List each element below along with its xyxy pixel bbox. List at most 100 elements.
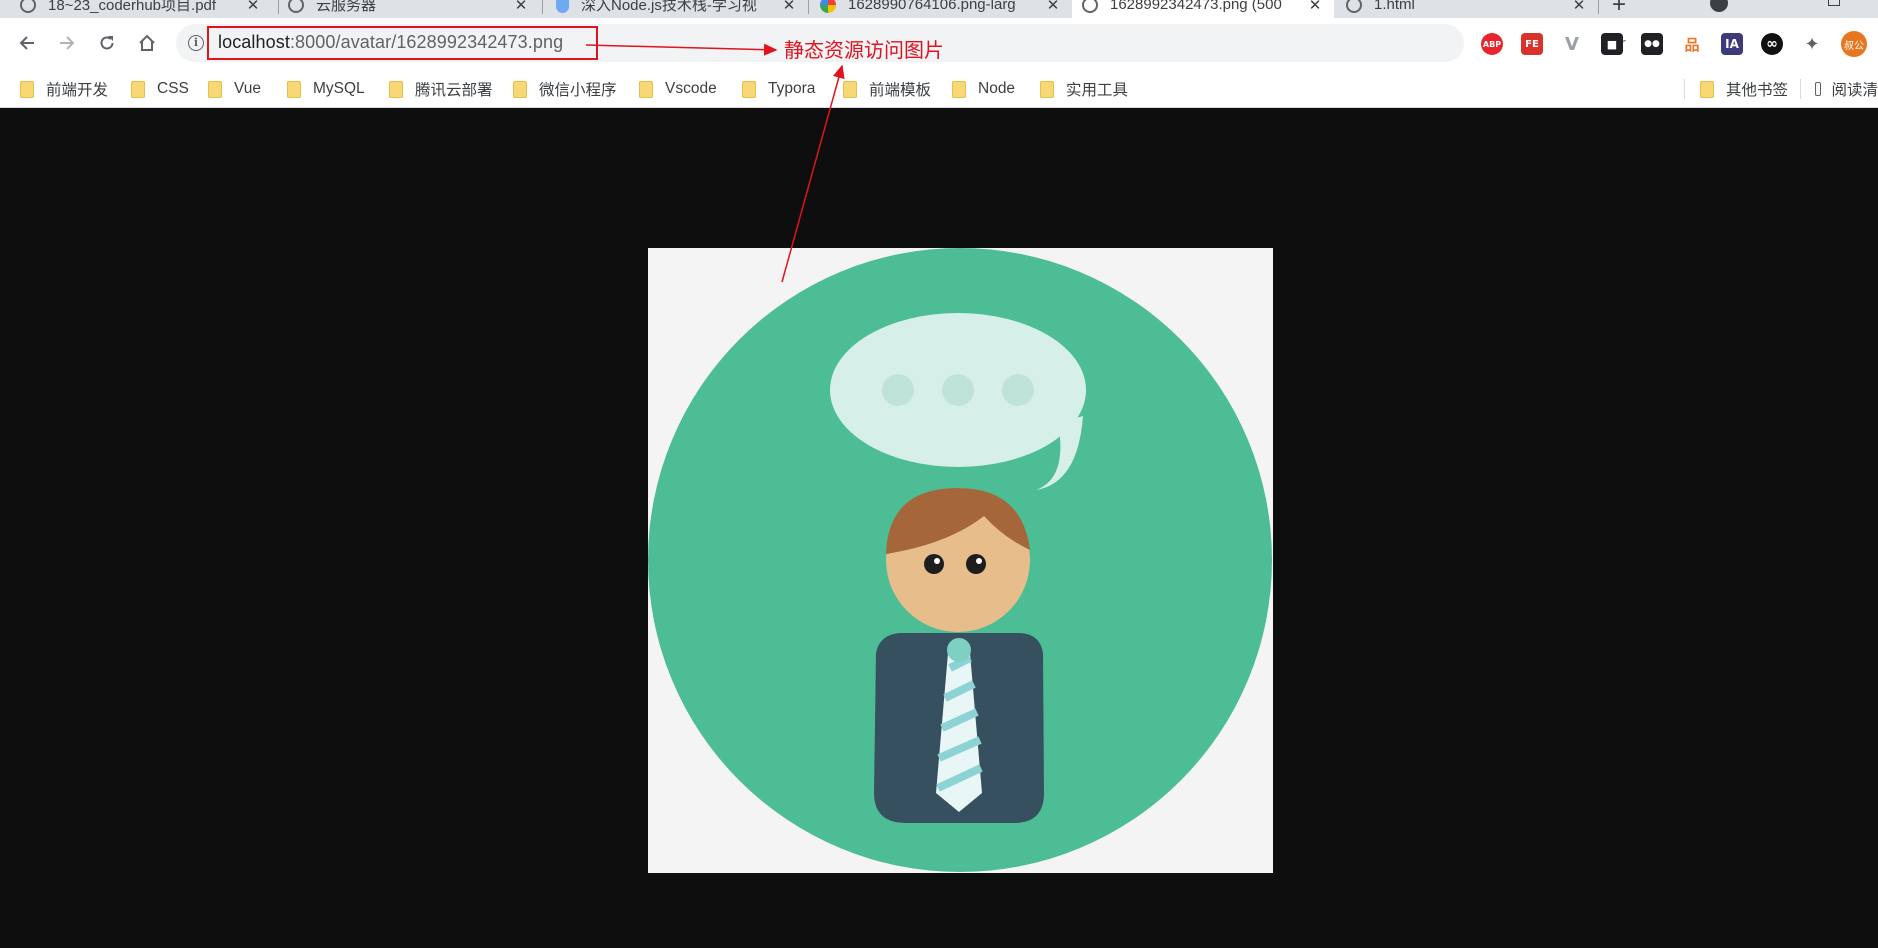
site-info-icon[interactable]: i <box>188 35 204 51</box>
fe-helper-extension-icon[interactable]: FE <box>1521 33 1543 55</box>
close-icon[interactable]: ✕ <box>1044 0 1062 14</box>
folder-icon <box>513 80 527 98</box>
bookmark-folder[interactable]: Node <box>952 70 1015 108</box>
google-icon <box>820 0 836 13</box>
url-text[interactable]: localhost:8000/avatar/1628992342473.png <box>218 32 563 53</box>
bookmark-label: 微信小程序 <box>539 82 617 99</box>
reload-icon <box>100 36 114 50</box>
home-button[interactable] <box>130 26 164 60</box>
url-host: localhost <box>218 32 290 52</box>
bookmark-label: Node <box>978 80 1016 97</box>
folder-icon <box>287 80 301 98</box>
tab-google-image[interactable]: 1628990764106.png-larg ✕ <box>810 0 1072 18</box>
globe-icon <box>20 0 36 13</box>
tab-node-tutorial[interactable]: 深入Node.js技术栈-学习视 ✕ <box>546 0 808 18</box>
folder-icon <box>1040 80 1054 98</box>
tab-search-icon[interactable] <box>1710 0 1728 12</box>
shield-icon <box>556 0 569 13</box>
bookmark-folder[interactable]: 腾讯云部署 <box>389 70 493 108</box>
folder-icon <box>843 80 857 98</box>
globe-icon <box>1346 0 1362 13</box>
folder-icon <box>1700 80 1714 98</box>
tab-title: 云服务器 <box>316 0 377 14</box>
bookmark-folder[interactable]: 微信小程序 <box>513 70 617 108</box>
new-tab-button[interactable]: + <box>1612 0 1626 18</box>
close-icon[interactable]: ✕ <box>780 0 798 14</box>
bookmark-folder[interactable]: Vue <box>208 70 261 108</box>
other-bookmarks-label: 其他书签 <box>1726 82 1789 99</box>
person-figure <box>874 488 1044 823</box>
bookmarks-bar: 前端开发 CSS Vue MySQL 腾讯云部署 微信小程序 Vscode Ty… <box>0 70 1878 108</box>
folder-icon <box>639 80 653 98</box>
reading-list-button[interactable]: 阅读清 <box>1815 70 1878 108</box>
image-viewer <box>0 108 1878 948</box>
qr-code-extension-icon[interactable]: ■ <box>1601 33 1623 55</box>
reading-list-icon <box>1815 82 1822 96</box>
bookmark-folder[interactable]: 前端模板 <box>843 70 931 108</box>
forward-button[interactable] <box>50 26 84 60</box>
ia-extension-icon[interactable]: IA <box>1721 33 1743 55</box>
avatar-image[interactable] <box>648 248 1273 873</box>
tab-divider <box>1598 0 1599 14</box>
tab-divider <box>542 0 543 14</box>
annotation-label: 静态资源访问图片 <box>784 38 944 62</box>
bookmark-label: 前端开发 <box>46 82 109 99</box>
tab-cloud-server[interactable]: 云服务器 ✕ <box>278 0 540 18</box>
bookmark-folder[interactable]: 前端开发 <box>20 70 108 108</box>
tab-title: 深入Node.js技术栈-学习视 <box>581 0 757 14</box>
forward-arrow-icon <box>60 36 75 50</box>
bookmark-label: 实用工具 <box>1066 82 1129 99</box>
folder-icon <box>208 80 222 98</box>
folder-icon <box>20 80 34 98</box>
tab-title: 18~23_coderhub项目.pdf <box>48 0 217 14</box>
tab-title: 1628992342473.png (500 <box>1110 0 1282 13</box>
bookmark-label: 腾讯云部署 <box>415 82 493 99</box>
tab-title: 1628990764106.png-larg <box>848 0 1016 13</box>
folder-icon <box>952 80 966 98</box>
tab-title: 1.html <box>1374 0 1415 13</box>
back-arrow-icon <box>19 36 34 50</box>
close-icon[interactable]: ✕ <box>1570 0 1588 14</box>
tab-strip: 18~23_coderhub项目.pdf ✕ 云服务器 ✕ 深入Node.js技… <box>0 0 1878 18</box>
globe-icon <box>288 0 304 13</box>
bookmark-label: Vscode <box>665 80 717 97</box>
puzzle-extensions-icon[interactable]: ✦ <box>1801 33 1823 55</box>
bookmark-label: Vue <box>234 80 262 97</box>
folder-icon <box>131 80 145 98</box>
bookmark-label: MySQL <box>313 80 365 97</box>
close-icon[interactable]: ✕ <box>244 0 262 14</box>
tab-divider <box>808 0 809 14</box>
reload-button[interactable] <box>90 26 124 60</box>
bookmarks-divider <box>1800 79 1801 99</box>
home-icon <box>139 34 155 51</box>
bookmark-label: CSS <box>157 80 189 97</box>
folder-icon <box>742 80 756 98</box>
globe-icon <box>1082 0 1098 13</box>
bookmark-folder[interactable]: Vscode <box>639 70 717 108</box>
adblock-plus-extension-icon[interactable]: ABP <box>1481 33 1503 55</box>
vue-devtools-extension-icon[interactable]: V <box>1561 33 1583 55</box>
bookmark-folder[interactable]: MySQL <box>287 70 365 108</box>
close-icon[interactable]: ✕ <box>1306 0 1324 14</box>
profile-avatar[interactable]: 叔公 <box>1841 31 1867 57</box>
other-bookmarks-folder[interactable]: 其他书签 <box>1700 70 1788 108</box>
tab-html-file[interactable]: 1.html ✕ <box>1336 0 1598 18</box>
reading-list-label: 阅读清 <box>1831 82 1878 99</box>
close-icon[interactable]: ✕ <box>512 0 530 14</box>
folder-icon <box>389 80 403 98</box>
bookmark-label: Typora <box>768 80 816 97</box>
back-button[interactable] <box>10 26 44 60</box>
tab-avatar-png[interactable]: 1628992342473.png (500 ✕ <box>1072 0 1334 18</box>
bookmark-folder[interactable]: 实用工具 <box>1040 70 1128 108</box>
url-path: :8000/avatar/1628992342473.png <box>289 32 564 52</box>
sitemap-extension-icon[interactable]: 品 <box>1681 33 1703 55</box>
bookmarks-divider <box>1684 79 1685 99</box>
restore-window-icon[interactable] <box>1828 0 1840 6</box>
bookmark-folder[interactable]: Typora <box>742 70 815 108</box>
bookmark-folder[interactable]: CSS <box>131 70 189 108</box>
tampermonkey-extension-icon[interactable]: ●● <box>1641 33 1663 55</box>
tab-pdf[interactable]: 18~23_coderhub项目.pdf ✕ <box>10 0 272 18</box>
infinity-extension-icon[interactable]: ∞ <box>1761 33 1783 55</box>
bookmark-label: 前端模板 <box>869 82 932 99</box>
avatar-illustration <box>648 248 1272 872</box>
